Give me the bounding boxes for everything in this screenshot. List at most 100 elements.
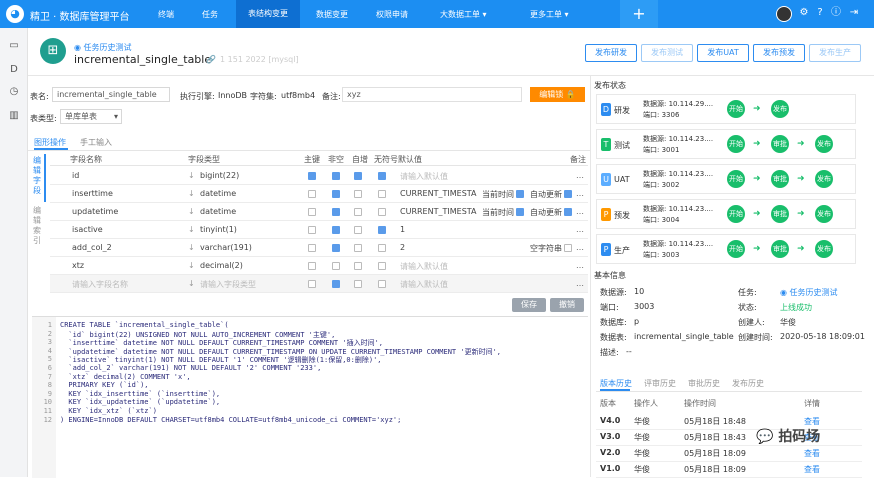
field-name-input[interactable]: inserttime — [72, 189, 113, 198]
pk-checkbox[interactable] — [308, 172, 316, 180]
default-input[interactable]: 1 — [400, 225, 478, 234]
step-button[interactable]: 发布 — [815, 135, 833, 153]
notnull-checkbox[interactable] — [332, 172, 340, 180]
gear-icon[interactable]: ⚙ — [798, 7, 810, 19]
step-button[interactable]: 审批 — [771, 135, 789, 153]
autoinc-checkbox[interactable] — [354, 262, 362, 270]
autoinc-checkbox[interactable] — [354, 280, 362, 288]
auto-update-checkbox[interactable] — [564, 208, 572, 216]
view-link[interactable]: 查看 — [804, 464, 820, 475]
field-type-select[interactable]: decimal(2) — [200, 261, 243, 270]
nav-permission[interactable]: 权限申请 — [376, 9, 408, 20]
task-link[interactable]: ◉ 任务历史测试 — [780, 287, 838, 298]
field-name-input[interactable]: add_col_2 — [72, 243, 112, 252]
tab-publish-history[interactable]: 发布历史 — [732, 378, 764, 389]
autoinc-checkbox[interactable] — [354, 172, 362, 180]
publish-uat-button[interactable]: 发布UAT — [697, 44, 749, 62]
field-type-select[interactable]: varchar(191) — [200, 243, 252, 252]
pk-checkbox[interactable] — [308, 226, 316, 234]
auto-update-checkbox[interactable] — [564, 190, 572, 198]
field-name-input[interactable]: isactive — [72, 225, 103, 234]
notnull-checkbox[interactable] — [332, 190, 340, 198]
default-input[interactable]: 请输入默认值 — [400, 279, 478, 290]
field-type-select[interactable]: 请输入字段类型 — [200, 279, 256, 290]
step-button[interactable]: 发布 — [771, 100, 789, 118]
autoinc-checkbox[interactable] — [354, 190, 362, 198]
pk-checkbox[interactable] — [308, 190, 316, 198]
default-input[interactable]: 2 — [400, 243, 478, 252]
notnull-checkbox[interactable] — [332, 262, 340, 270]
info-icon[interactable]: ⓘ — [830, 7, 842, 19]
tab-edit-indexes[interactable]: 编辑索引 — [33, 206, 43, 246]
nav-data-change[interactable]: 数据变更 — [316, 9, 348, 20]
table-name-input[interactable]: incremental_single_table — [52, 87, 170, 102]
help-icon[interactable]: ? — [814, 7, 826, 19]
unsigned-checkbox[interactable] — [378, 226, 386, 234]
tab-approval-history[interactable]: 审批历史 — [688, 378, 720, 389]
pk-checkbox[interactable] — [308, 208, 316, 216]
task-tag[interactable]: ◉ 任务历史测试 — [74, 42, 132, 53]
step-button[interactable]: 开始 — [727, 135, 745, 153]
default-input[interactable]: 请输入默认值 — [400, 261, 478, 272]
logout-icon[interactable]: ⇥ — [848, 7, 860, 19]
cancel-button[interactable]: 撤销 — [550, 298, 584, 312]
more-icon[interactable]: … — [576, 279, 584, 288]
add-button[interactable]: + — [620, 0, 658, 28]
publish-dev-button[interactable]: 发布研发 — [585, 44, 637, 62]
save-button[interactable]: 保存 — [512, 298, 546, 312]
step-button[interactable]: 开始 — [727, 240, 745, 258]
field-name-input[interactable]: 请输入字段名称 — [72, 279, 128, 290]
step-button[interactable]: 开始 — [727, 100, 745, 118]
field-type-select[interactable]: datetime — [200, 207, 236, 216]
step-button[interactable]: 发布 — [815, 170, 833, 188]
nav-schema-change[interactable]: 表结构变更 — [236, 0, 300, 28]
notnull-checkbox[interactable] — [332, 208, 340, 216]
auto-update-checkbox[interactable] — [564, 244, 572, 252]
step-button[interactable]: 发布 — [815, 205, 833, 223]
nav-more-tickets[interactable]: 更多工单 ▾ — [530, 9, 569, 20]
pk-checkbox[interactable] — [308, 280, 316, 288]
publish-test-button[interactable]: 发布测试 — [641, 44, 693, 62]
pk-checkbox[interactable] — [308, 244, 316, 252]
step-button[interactable]: 开始 — [727, 170, 745, 188]
notnull-checkbox[interactable] — [332, 244, 340, 252]
unsigned-checkbox[interactable] — [378, 172, 386, 180]
sql-preview[interactable]: 1 2 3 4 5 6 7 8 9 10 11 12 CREATE TABLE `incrementa… — [32, 316, 588, 478]
tab-review-history[interactable]: 评审历史 — [644, 378, 676, 389]
step-button[interactable]: 发布 — [815, 240, 833, 258]
notnull-checkbox[interactable] — [332, 226, 340, 234]
pk-checkbox[interactable] — [308, 262, 316, 270]
terminal-icon[interactable]: ▭ — [8, 40, 20, 52]
current-time-checkbox[interactable] — [516, 190, 524, 198]
database-icon[interactable]: D — [8, 64, 20, 76]
step-button[interactable]: 审批 — [771, 170, 789, 188]
current-time-checkbox[interactable] — [516, 208, 524, 216]
step-button[interactable]: 审批 — [771, 240, 789, 258]
tab-edit-fields[interactable]: 编辑字段 — [33, 156, 43, 196]
more-icon[interactable]: … — [576, 225, 584, 234]
link-icon[interactable]: 🔗 — [206, 55, 216, 64]
field-name-input[interactable]: xtz — [72, 261, 84, 270]
autoinc-checkbox[interactable] — [354, 208, 362, 216]
more-icon[interactable]: … — [576, 189, 584, 198]
field-type-select[interactable]: datetime — [200, 189, 236, 198]
nav-tasks[interactable]: 任务 — [202, 9, 218, 20]
step-button[interactable]: 开始 — [727, 205, 745, 223]
step-button[interactable]: 审批 — [771, 205, 789, 223]
unsigned-checkbox[interactable] — [378, 190, 386, 198]
unsigned-checkbox[interactable] — [378, 208, 386, 216]
more-icon[interactable]: … — [576, 207, 584, 216]
avatar[interactable] — [776, 6, 792, 22]
stats-icon[interactable]: ▥ — [8, 110, 20, 122]
default-input[interactable]: CURRENT_TIMESTA — [400, 207, 478, 216]
nav-terminal[interactable]: 终端 — [158, 9, 174, 20]
autoinc-checkbox[interactable] — [354, 244, 362, 252]
charset-value[interactable]: utf8mb4 — [281, 91, 315, 100]
field-type-select[interactable]: tinyint(1) — [200, 225, 237, 234]
tab-manual[interactable]: 手工输入 — [80, 137, 112, 148]
unsigned-checkbox[interactable] — [378, 262, 386, 270]
notnull-checkbox[interactable] — [332, 280, 340, 288]
tab-version-history[interactable]: 版本历史 — [600, 378, 632, 389]
autoinc-checkbox[interactable] — [354, 226, 362, 234]
history-icon[interactable]: ◷ — [8, 86, 20, 98]
